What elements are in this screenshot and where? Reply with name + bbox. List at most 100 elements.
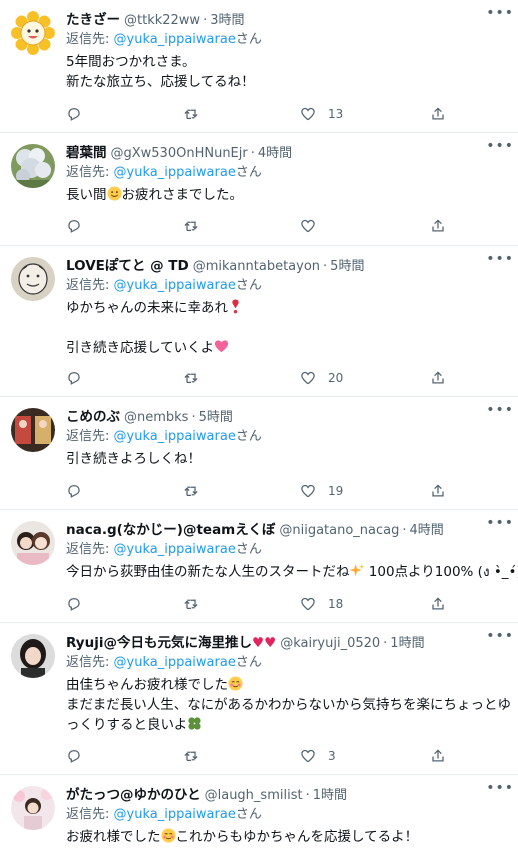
like-button[interactable]: 13 [300,106,343,122]
timestamp[interactable]: 3時間 [210,11,244,30]
reply-mention-link[interactable]: @yuka_ippaiwarae [114,429,236,444]
share-icon [430,370,446,386]
avatar[interactable] [11,521,55,565]
reply-icon [66,218,82,234]
timestamp[interactable]: 1時間 [313,786,347,805]
share-button[interactable] [430,370,446,386]
like-button[interactable]: 18 [300,596,343,612]
share-button[interactable] [430,596,446,612]
reply-tweet[interactable]: ••• がたっつ@ゆかのひと @laugh_smilist · 1時間 返信先:… [0,775,518,859]
user-handle[interactable]: @ttkk22ww [124,11,200,30]
retweet-button[interactable] [183,748,199,764]
share-icon [430,483,446,499]
tweet-text: 長い間 お疲れさまでした。 [66,185,506,205]
display-name[interactable]: こめのぶ [66,407,120,427]
share-button[interactable] [430,106,446,122]
avatar[interactable] [11,11,55,55]
reply-honorific: さん [235,165,262,180]
user-handle[interactable]: @gXw530OnHNunEjr [111,144,248,163]
reply-to-line: 返信先: @yuka_ippaiwaraeさん [66,540,506,560]
like-icon [300,106,316,122]
reply-mention-link[interactable]: @yuka_ippaiwarae [114,655,236,670]
separator-dot: · [323,259,328,274]
reply-mention-link[interactable]: @yuka_ippaiwarae [114,165,236,180]
reply-honorific: さん [235,429,262,444]
avatar[interactable] [11,634,55,678]
reply-button[interactable] [66,748,82,764]
reply-button[interactable] [66,483,82,499]
retweet-button[interactable] [183,483,199,499]
user-handle[interactable]: @laugh_smilist [205,786,303,805]
reply-button[interactable] [66,218,82,234]
reply-honorific: さん [235,542,262,557]
tweet-text: ゆかちゃんの未来に幸あれ [66,298,506,318]
user-handle[interactable]: @kairyuji_0520 [280,634,380,653]
reply-tweet[interactable]: ••• 碧葉間 @gXw530OnHNunEjr · 4時間 返信先: @yuk… [0,133,518,246]
avatar[interactable] [11,144,55,188]
reply-tweet[interactable]: ••• LOVEぽてと @ TD @mikanntabetayon · 5時間 … [0,246,518,397]
like-count: 20 [328,371,344,385]
reply-tweet[interactable]: ••• こめのぶ @nembks · 5時間 返信先: @yuka_ippaiw… [0,397,518,510]
tweet-text: 今日から荻野由佳の新たな人生のスタートだね 100点より100% (ง •̀_•… [66,562,518,582]
reply-tweet[interactable]: ••• naca.g(なかじー)@teamえくぼ @niigatano_naca… [0,510,518,623]
tweet-text-line: っくりすると良いよ [66,717,188,733]
user-handle[interactable]: @mikanntabetayon [193,257,320,276]
like-icon [300,218,316,234]
share-button[interactable] [430,483,446,499]
user-handle[interactable]: @niigatano_nacag [279,521,399,540]
display-name[interactable]: 碧葉間 [66,143,107,163]
retweet-icon [183,748,199,764]
share-button[interactable] [430,218,446,234]
reply-tweet[interactable]: ••• Ryuji@今日も元気に海里推し♥♥ @kairyuji_0520 · … [0,623,518,775]
reply-to-line: 返信先: @yuka_ippaiwaraeさん [66,30,506,50]
reply-button[interactable] [66,370,82,386]
reply-to-label: 返信先: [66,429,114,444]
tweet-text-part: お疲れさまでした。 [121,187,244,203]
timestamp[interactable]: 1時間 [390,634,424,653]
sparkles-icon [349,563,364,577]
reply-tweet[interactable]: ••• たきざー @ttkk22ww · 3時間 返信先: @yuka_ippa… [0,0,518,133]
retweet-button[interactable] [183,596,199,612]
avatar[interactable] [11,408,55,452]
doodle-face-avatar-icon [11,257,55,301]
reply-mention-link[interactable]: @yuka_ippaiwarae [114,32,236,47]
like-button[interactable]: 20 [300,370,343,386]
like-button[interactable] [300,218,328,234]
like-button[interactable]: 3 [300,748,336,764]
reply-icon [66,748,82,764]
reply-feed: ••• たきざー @ttkk22ww · 3時間 返信先: @yuka_ippa… [0,0,518,859]
avatar[interactable] [11,786,55,830]
display-name[interactable]: がたっつ@ゆかのひと [66,785,201,805]
reply-button[interactable] [66,106,82,122]
retweet-button[interactable] [183,370,199,386]
reply-button[interactable] [66,596,82,612]
like-icon [300,748,316,764]
reply-mention-link[interactable]: @yuka_ippaiwarae [114,807,236,822]
reply-mention-link[interactable]: @yuka_ippaiwarae [114,278,236,293]
display-name[interactable]: Ryuji@今日も元気に海里推し♥♥ [66,633,276,653]
flower-photo-avatar-icon [11,144,55,188]
display-name[interactable]: LOVEぽてと @ TD [66,256,189,276]
timestamp[interactable]: 4時間 [258,144,292,163]
timestamp[interactable]: 5時間 [199,408,233,427]
separator-dot: · [305,788,310,803]
like-icon [300,370,316,386]
reply-icon [66,106,82,122]
avatar[interactable] [11,257,55,301]
tweet-text-part: 長い間 [66,187,107,203]
like-button[interactable]: 19 [300,483,343,499]
timestamp[interactable]: 5時間 [330,257,364,276]
smiling-face-blush-icon [228,676,243,691]
timestamp[interactable]: 4時間 [410,521,444,540]
reply-to-label: 返信先: [66,807,114,822]
retweet-button[interactable] [183,106,199,122]
display-name[interactable]: naca.g(なかじー)@teamえくぼ [66,520,275,540]
separator-dot: · [250,146,255,161]
display-name[interactable]: たきざー [66,10,120,30]
retweet-icon [183,106,199,122]
reply-mention-link[interactable]: @yuka_ippaiwarae [114,542,236,557]
share-button[interactable] [430,748,446,764]
like-icon [300,596,316,612]
user-handle[interactable]: @nembks [124,408,188,427]
retweet-button[interactable] [183,218,199,234]
